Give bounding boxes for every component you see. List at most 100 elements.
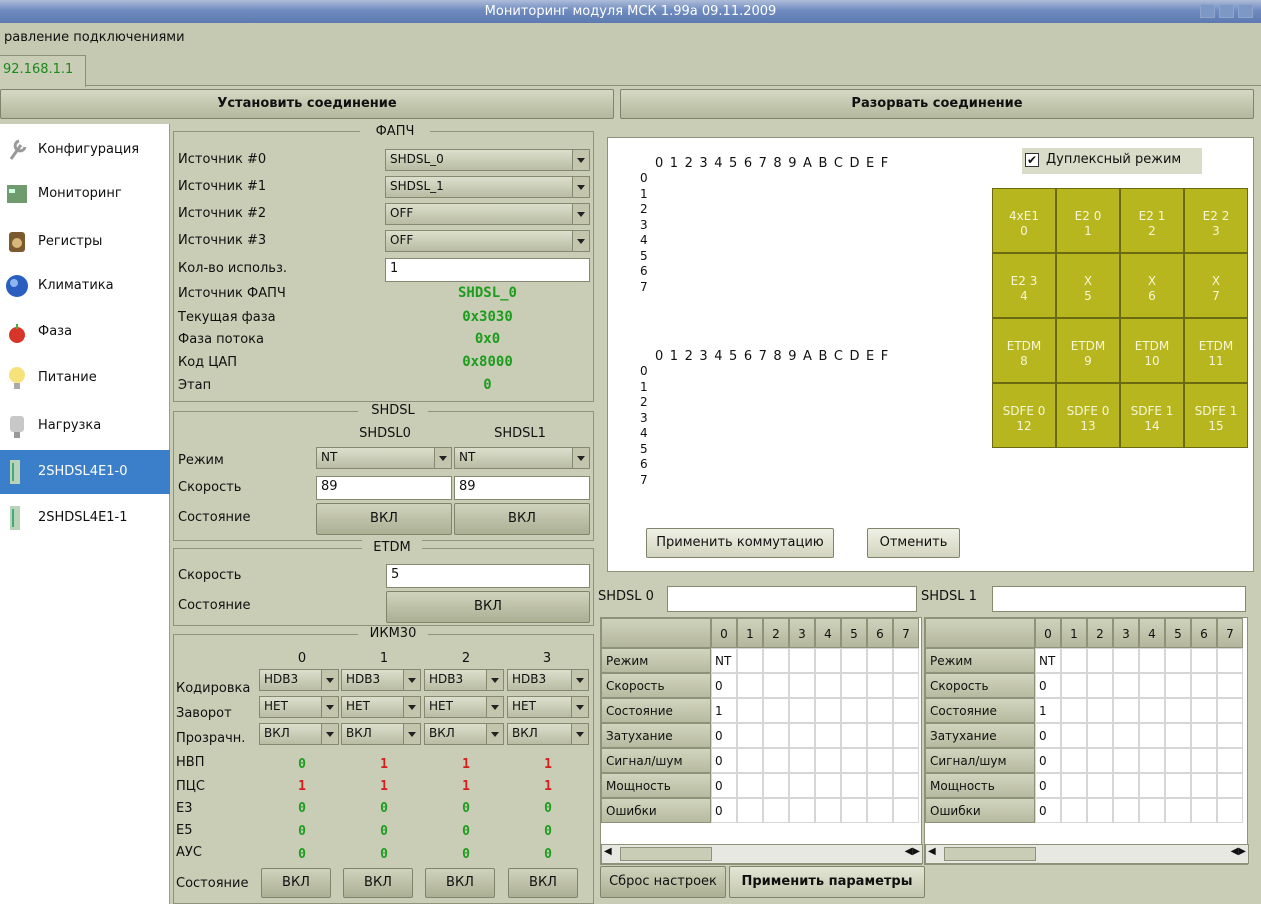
duplex-checkbox-row[interactable]: ✔ Дуплексный режим	[1022, 148, 1202, 174]
table-cell[interactable]	[789, 723, 815, 748]
table-col-header[interactable]: 6	[1191, 618, 1217, 648]
shdsl0-table-field[interactable]	[667, 586, 917, 612]
table-col-header[interactable]: 4	[1139, 618, 1165, 648]
table-cell[interactable]	[1139, 773, 1165, 798]
table-cell[interactable]	[1087, 723, 1113, 748]
table-cell[interactable]	[763, 698, 789, 723]
shdsl0-speed-field[interactable]: 89	[316, 476, 452, 500]
table-cell[interactable]	[1061, 723, 1087, 748]
shdsl1-table-field[interactable]	[992, 586, 1246, 612]
table-cell[interactable]	[789, 798, 815, 823]
horizontal-scrollbar[interactable]: ◀ ◀▶	[925, 844, 1249, 864]
table-cell[interactable]	[763, 748, 789, 773]
table-cell[interactable]	[1061, 673, 1087, 698]
ikm2-state-button[interactable]: ВКЛ	[425, 868, 495, 898]
module-cell[interactable]: X7	[1184, 253, 1248, 318]
table-cell[interactable]: 0	[1035, 773, 1061, 798]
scroll-thumb[interactable]	[620, 847, 712, 861]
table-cell[interactable]	[1165, 748, 1191, 773]
table-cell[interactable]	[815, 798, 841, 823]
ikm3-state-button[interactable]: ВКЛ	[508, 868, 578, 898]
module-cell[interactable]: ETDM 9	[1056, 318, 1120, 383]
table-cell[interactable]	[1165, 673, 1191, 698]
table-cell[interactable]	[1087, 773, 1113, 798]
table-cell[interactable]: 0	[1035, 748, 1061, 773]
table-cell[interactable]	[763, 648, 789, 673]
table-cell[interactable]	[1113, 773, 1139, 798]
ikm0-loop-select[interactable]: НЕТ	[259, 696, 339, 718]
table-cell[interactable]	[763, 798, 789, 823]
table-cell[interactable]: 0	[1035, 673, 1061, 698]
table-cell[interactable]	[1113, 673, 1139, 698]
table-cell[interactable]	[893, 698, 919, 723]
module-cell[interactable]: X6	[1120, 253, 1184, 318]
table-cell[interactable]	[1217, 748, 1243, 773]
sidebar-item-config[interactable]: Конфигурация	[0, 128, 170, 172]
ikm2-transp-select[interactable]: ВКЛ	[424, 723, 504, 745]
table-col-header[interactable]: 0	[711, 618, 737, 648]
table-col-header[interactable]: 1	[737, 618, 763, 648]
table-cell[interactable]	[815, 698, 841, 723]
scroll-left-icon[interactable]: ◀	[604, 846, 612, 857]
table-cell[interactable]	[789, 698, 815, 723]
table-cell[interactable]: NT	[711, 648, 737, 673]
sidebar-item-monitoring[interactable]: Мониторинг	[0, 172, 170, 216]
table-cell[interactable]	[841, 723, 867, 748]
module-cell[interactable]: ETDM 11	[1184, 318, 1248, 383]
ikm0-state-button[interactable]: ВКЛ	[261, 868, 331, 898]
sidebar-item-registers[interactable]: Регистры	[0, 220, 170, 264]
table-cell[interactable]	[841, 673, 867, 698]
table-cell[interactable]	[1165, 723, 1191, 748]
table-cell[interactable]	[1217, 673, 1243, 698]
source1-select[interactable]: SHDSL_1	[385, 176, 590, 198]
table-row-header[interactable]: Затухание	[925, 723, 1035, 748]
ikm3-transp-select[interactable]: ВКЛ	[507, 723, 589, 745]
count-field[interactable]: 1	[385, 258, 590, 282]
apply-params-button[interactable]: Применить параметры	[729, 866, 925, 898]
shdsl1-speed-field[interactable]: 89	[454, 476, 590, 500]
table-row-header[interactable]: Состояние	[925, 698, 1035, 723]
table-cell[interactable]	[867, 798, 893, 823]
etdm-state-button[interactable]: ВКЛ	[386, 591, 590, 623]
table-cell[interactable]: 0	[1035, 798, 1061, 823]
table-cell[interactable]	[789, 648, 815, 673]
module-cell[interactable]: ETDM 8	[992, 318, 1056, 383]
module-cell[interactable]: SDFE 1 15	[1184, 383, 1248, 448]
table-cell[interactable]	[1061, 748, 1087, 773]
table-cell[interactable]: 0	[711, 748, 737, 773]
etdm-speed-field[interactable]: 5	[386, 564, 590, 588]
module-cell[interactable]: SDFE 0 12	[992, 383, 1056, 448]
ikm1-loop-select[interactable]: НЕТ	[341, 696, 421, 718]
apply-switching-button[interactable]: Применить коммутацию	[646, 528, 834, 558]
table-cell[interactable]	[815, 648, 841, 673]
ikm1-coding-select[interactable]: HDB3	[341, 669, 421, 691]
table-col-header[interactable]: 3	[789, 618, 815, 648]
table-row-header[interactable]: Режим	[925, 648, 1035, 673]
table-cell[interactable]: 0	[1035, 723, 1061, 748]
table-cell[interactable]	[1139, 673, 1165, 698]
scroll-left-icon[interactable]: ◀	[928, 846, 936, 857]
table-cell[interactable]	[1191, 748, 1217, 773]
shdsl1-mode-select[interactable]: NT	[454, 447, 590, 469]
table-cell[interactable]	[841, 648, 867, 673]
close-button[interactable]	[1238, 4, 1253, 18]
table-col-header[interactable]: 0	[1035, 618, 1061, 648]
shdsl1-state-button[interactable]: ВКЛ	[454, 503, 590, 535]
table-cell[interactable]	[1087, 698, 1113, 723]
maximize-button[interactable]	[1219, 4, 1234, 18]
table-cell[interactable]	[893, 673, 919, 698]
table-cell[interactable]	[1139, 723, 1165, 748]
module-cell[interactable]: ETDM 10	[1120, 318, 1184, 383]
table-cell[interactable]	[1139, 698, 1165, 723]
table-cell[interactable]	[1217, 698, 1243, 723]
ikm2-loop-select[interactable]: НЕТ	[424, 696, 504, 718]
table-cell[interactable]	[1139, 798, 1165, 823]
table-cell[interactable]	[815, 773, 841, 798]
table-cell[interactable]	[737, 773, 763, 798]
table-col-header[interactable]: 7	[1217, 618, 1243, 648]
table-cell[interactable]	[737, 723, 763, 748]
table-cell[interactable]	[867, 773, 893, 798]
table-cell[interactable]	[815, 723, 841, 748]
table-cell[interactable]	[1061, 798, 1087, 823]
table-cell[interactable]	[737, 748, 763, 773]
